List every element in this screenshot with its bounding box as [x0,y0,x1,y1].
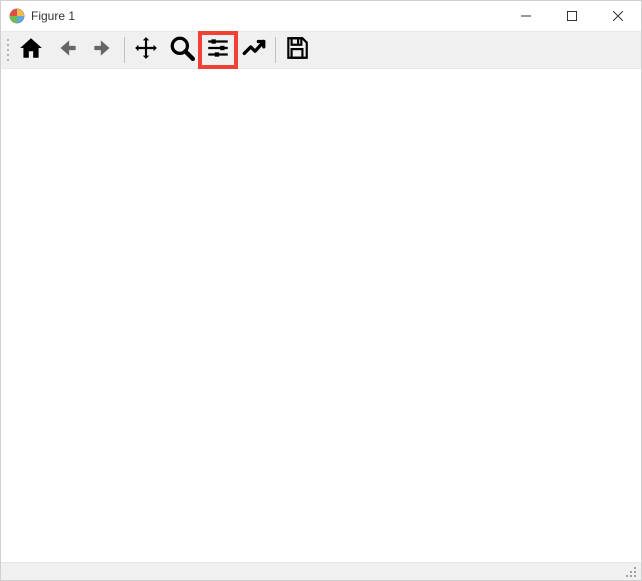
separator [275,37,276,63]
move-icon [133,35,159,66]
toolbar [1,31,641,69]
home-icon [18,35,44,66]
edit-parameters-button[interactable] [236,33,272,67]
titlebar: Figure 1 [1,1,641,31]
statusbar [1,562,641,580]
save-icon [284,35,310,66]
minimize-button[interactable] [503,1,549,31]
configure-subplots-button[interactable] [200,33,236,67]
arrow-left-icon [54,35,80,66]
zoom-icon [169,35,195,66]
figure-canvas[interactable] [1,69,641,562]
sliders-icon [205,35,231,66]
forward-button[interactable] [85,33,121,67]
separator [124,37,125,63]
arrow-right-icon [90,35,116,66]
app-icon [9,8,25,24]
home-button[interactable] [13,33,49,67]
maximize-button[interactable] [549,1,595,31]
save-button[interactable] [279,33,315,67]
chart-line-icon [241,35,267,66]
pan-button[interactable] [128,33,164,67]
window-title: Figure 1 [31,9,75,23]
close-button[interactable] [595,1,641,31]
zoom-button[interactable] [164,33,200,67]
back-button[interactable] [49,33,85,67]
toolbar-grip [5,36,11,64]
resize-grip-icon[interactable] [625,566,637,578]
